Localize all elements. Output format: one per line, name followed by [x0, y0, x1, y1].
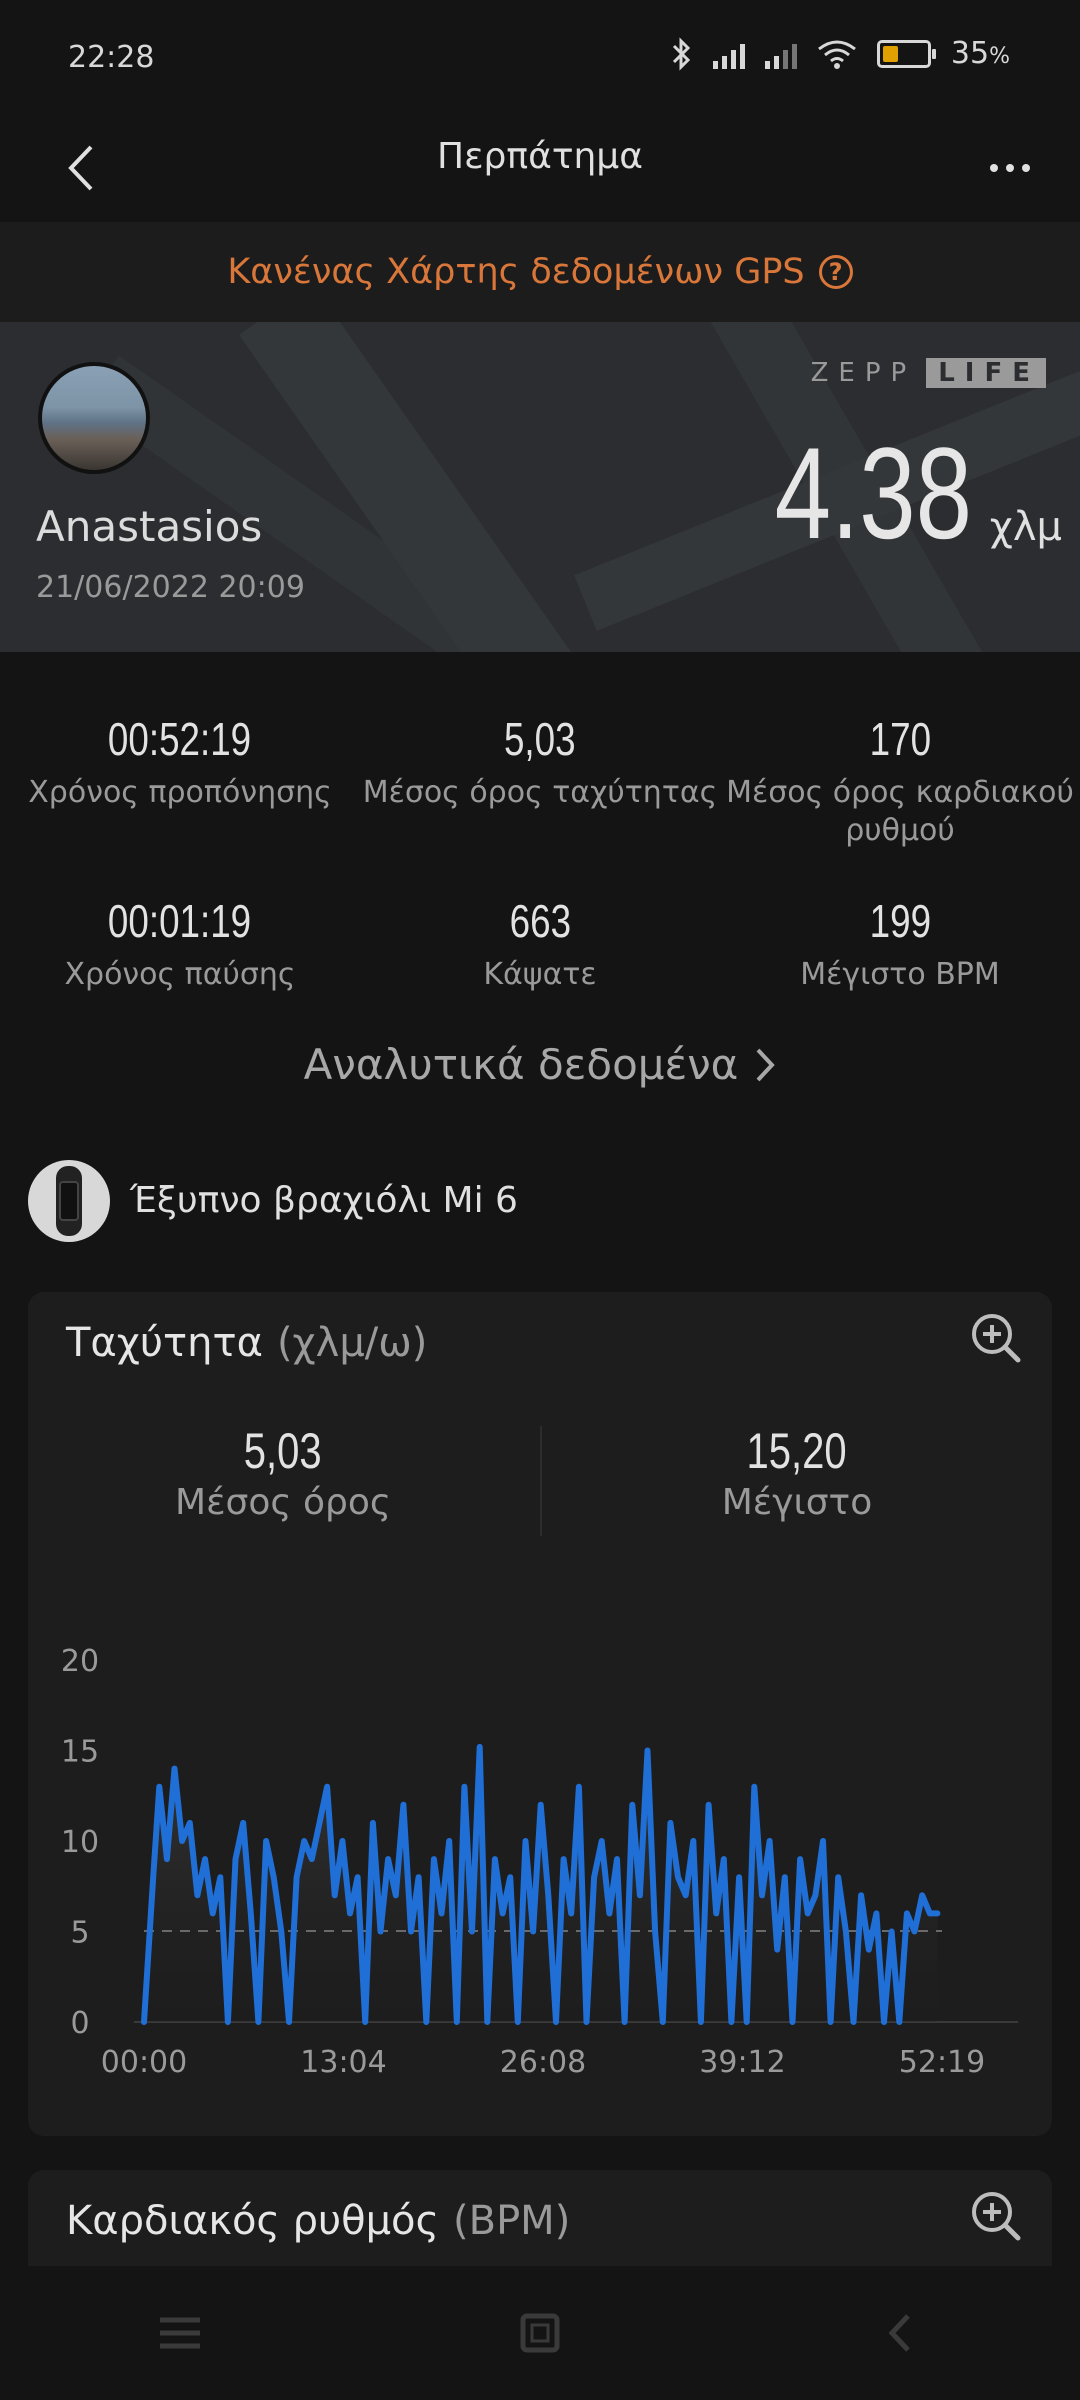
device-name: Έξυπνο βραχιόλι Mi 6 [130, 1180, 518, 1221]
chevron-right-icon [756, 1048, 776, 1081]
battery-percent: 35% [950, 36, 1010, 71]
y-tick-label: 10 [61, 1825, 99, 1860]
stat-pause-time: 00:01:19 Χρόνος παύσης [0, 894, 360, 994]
more-dot [1006, 164, 1014, 172]
gps-banner-text: Κανένας Χάρτης δεδομένων GPS [227, 252, 805, 292]
speed-average-label: Μέσος όρος [175, 1482, 391, 1523]
gps-banner: Κανένας Χάρτης δεδομένων GPS ? [0, 222, 1080, 322]
detailed-data-link[interactable]: Αναλυτικά δεδομένα [0, 1040, 1080, 1089]
speed-average-value: 5,03 [244, 1423, 322, 1479]
heart-rate-card-unit: (BPM) [453, 2198, 571, 2244]
more-dots-icon [990, 164, 998, 172]
speed-max-label: Μέγιστο [721, 1482, 873, 1523]
speed-average: 5,03 Μέσος όρος [28, 1422, 538, 1523]
signal-1-icon [712, 39, 745, 69]
brand-zepp: ZEPP [810, 358, 917, 388]
back-arrow-icon [68, 145, 93, 191]
heart-rate-zoom-button[interactable] [970, 2190, 1022, 2246]
wifi-icon [817, 40, 856, 69]
zepp-life-logo: ZEPP LIFE [811, 358, 1046, 388]
stat-label: Μέσος όρος καρδιακού ρυθμού [726, 775, 1074, 848]
heart-rate-card-header: Καρδιακός ρυθμός (BPM) [66, 2198, 570, 2244]
x-tick-label: 13:04 [300, 2045, 386, 2080]
more-dot [1022, 164, 1030, 172]
stat-label: Κάψατε [483, 957, 597, 992]
y-tick-label: 15 [61, 1735, 99, 1770]
speed-card-header: Ταχύτητα (χλμ/ω) [66, 1320, 427, 1366]
status-icons: 35% [671, 36, 1010, 71]
more-options-button[interactable] [970, 128, 1050, 208]
band-shape [56, 1166, 82, 1236]
speed-chart[interactable]: 0 5 10 15 20 00:00 13:04 26:08 39:12 52:19 [28, 1620, 1052, 2090]
back-button[interactable] [40, 128, 120, 208]
stat-calories: 663 Κάψατε [360, 894, 720, 994]
stat-value: 5,03 [504, 713, 576, 765]
session-date: 21/06/2022 20:09 [36, 570, 305, 605]
system-navigation-bar [0, 2266, 1080, 2400]
speed-card-unit: (χλμ/ω) [276, 1320, 428, 1366]
stat-label: Μέσος όρος ταχύτητας [362, 775, 718, 810]
stat-value: 663 [509, 895, 571, 947]
band-screen [59, 1181, 79, 1221]
brand-life: LIFE [926, 358, 1046, 388]
y-tick-label: 0 [70, 2006, 89, 2041]
detailed-data-label: Αναλυτικά δεδομένα [303, 1040, 739, 1089]
zoom-in-icon [972, 2192, 1021, 2241]
nav-back-button[interactable] [840, 2283, 960, 2383]
stat-label: Χρόνος παύσης [64, 957, 296, 992]
speed-card-title: Ταχύτητα [66, 1320, 263, 1366]
bluetooth-icon [672, 36, 691, 71]
help-icon[interactable]: ? [818, 255, 853, 289]
x-tick-label: 52:19 [899, 2045, 985, 2080]
speed-max: 15,20 Μέγιστο [542, 1422, 1052, 1523]
y-tick-label: 5 [70, 1916, 89, 1951]
stat-training-time: 00:52:19 Χρόνος προπόνησης [0, 712, 360, 812]
stat-value: 00:52:19 [108, 713, 252, 765]
home-button[interactable] [480, 2283, 600, 2383]
user-name: Anastasios [36, 502, 263, 551]
band-device-icon [28, 1160, 110, 1242]
stat-label: Μέγιστο BPM [800, 957, 1000, 992]
stat-label: Χρόνος προπόνησης [28, 775, 332, 810]
stat-average-heart-rate: 170 Μέσος όρος καρδιακού ρυθμού [720, 712, 1080, 850]
signal-2-icon [764, 39, 797, 69]
stat-value: 170 [869, 713, 931, 765]
stat-value: 199 [869, 895, 931, 947]
x-tick-label: 39:12 [699, 2045, 785, 2080]
home-square-icon [520, 2313, 560, 2353]
x-tick-label: 26:08 [500, 2045, 586, 2080]
recents-button[interactable] [120, 2283, 240, 2383]
speed-zoom-button[interactable] [970, 1312, 1022, 1368]
avatar[interactable] [38, 362, 150, 474]
nav-back-icon [888, 2314, 910, 2352]
y-tick-label: 20 [61, 1644, 99, 1679]
menu-lines-icon [160, 2317, 200, 2349]
zoom-in-icon [972, 1314, 1021, 1363]
speed-max-value: 15,20 [746, 1423, 848, 1479]
status-time: 22:28 [68, 40, 155, 75]
heart-rate-card-title: Καρδιακός ρυθμός [66, 2198, 440, 2244]
x-tick-label: 00:00 [101, 2045, 187, 2080]
stat-average-speed: 5,03 Μέσος όρος ταχύτητας [360, 712, 720, 812]
distance-unit: χλμ [989, 504, 1062, 550]
stat-value: 00:01:19 [108, 895, 252, 947]
stat-max-bpm: 199 Μέγιστο BPM [720, 894, 1080, 994]
app-header [0, 110, 1080, 220]
distance-value: 4.38 [774, 420, 972, 566]
battery-icon [876, 39, 936, 68]
